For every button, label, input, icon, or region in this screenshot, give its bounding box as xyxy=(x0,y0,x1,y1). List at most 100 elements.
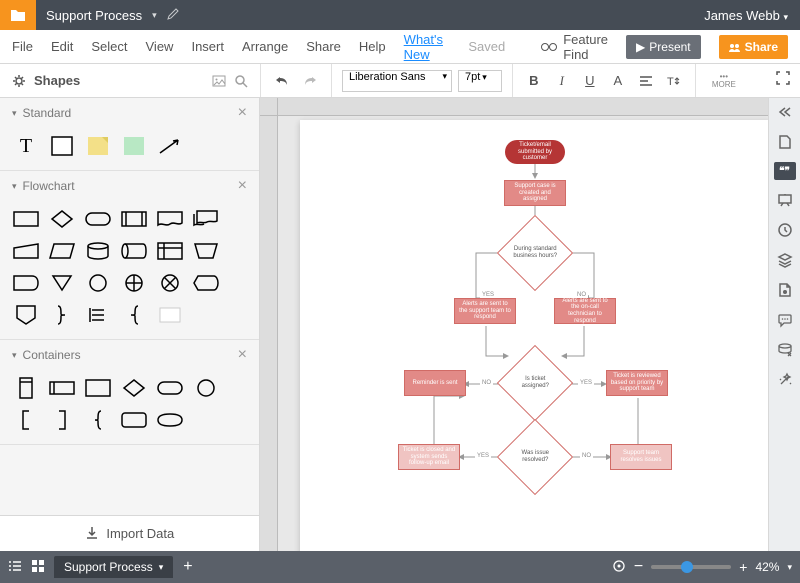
fullscreen-button[interactable] xyxy=(776,71,790,90)
undo-button[interactable] xyxy=(271,70,293,92)
section-containers-header[interactable]: ▾ Containers × xyxy=(0,340,259,370)
magic-icon[interactable] xyxy=(775,370,795,390)
redo-button[interactable] xyxy=(299,70,321,92)
container-circle[interactable] xyxy=(190,374,222,402)
shape-text[interactable]: T xyxy=(10,132,42,160)
shape-rect[interactable] xyxy=(46,132,78,160)
section-flowchart-header[interactable]: ▾ Flowchart × xyxy=(0,171,259,201)
container-hlane[interactable] xyxy=(46,374,78,402)
container-vlane[interactable] xyxy=(10,374,42,402)
shape-connector[interactable] xyxy=(82,269,114,297)
close-icon[interactable]: × xyxy=(238,177,247,195)
menu-whats-new[interactable]: What's New xyxy=(404,32,451,62)
history-icon[interactable] xyxy=(775,220,795,240)
menu-file[interactable]: File xyxy=(12,39,33,54)
node-closed[interactable]: Ticket is closed and system sends follow… xyxy=(398,444,460,470)
container-pill[interactable] xyxy=(154,374,186,402)
collapse-panel-icon[interactable] xyxy=(775,102,795,122)
text-size-button[interactable]: T xyxy=(663,70,685,92)
layers-icon[interactable] xyxy=(775,250,795,270)
container-rounded[interactable] xyxy=(118,406,150,434)
node-alert-team[interactable]: Alerts are sent to the support team to r… xyxy=(454,298,516,324)
shape-note-green[interactable] xyxy=(118,132,150,160)
node-create-case[interactable]: Support case is created and assigned xyxy=(504,180,566,206)
shape-database[interactable] xyxy=(82,237,114,265)
shape-merge[interactable] xyxy=(46,269,78,297)
shape-offpage[interactable] xyxy=(10,301,42,329)
container-rect[interactable] xyxy=(82,374,114,402)
section-standard-header[interactable]: ▾ Standard × xyxy=(0,98,259,128)
shape-document[interactable] xyxy=(154,205,186,233)
shape-note-lines[interactable] xyxy=(82,301,114,329)
chat-icon[interactable] xyxy=(775,310,795,330)
page[interactable]: Ticket/email submitted by customer Suppo… xyxy=(300,120,768,551)
shape-manual-op[interactable] xyxy=(190,237,222,265)
image-icon[interactable] xyxy=(212,74,226,88)
user-menu[interactable]: James Webb ▾ xyxy=(692,8,800,23)
shape-process[interactable] xyxy=(10,205,42,233)
node-reviewed[interactable]: Ticket is reviewed based on priority by … xyxy=(606,370,668,396)
font-select[interactable]: Liberation Sans▾ xyxy=(342,70,452,92)
shape-terminator[interactable] xyxy=(82,205,114,233)
underline-button[interactable]: U xyxy=(579,70,601,92)
shape-direct-data[interactable] xyxy=(118,237,150,265)
shape-multidoc[interactable] xyxy=(190,205,222,233)
text-color-button[interactable]: A xyxy=(607,70,629,92)
container-bracket-l[interactable] xyxy=(10,406,42,434)
more-tools-button[interactable]: •••MORE xyxy=(706,73,742,89)
node-reminder[interactable]: Reminder is sent xyxy=(404,370,466,396)
menu-insert[interactable]: Insert xyxy=(191,39,224,54)
align-button[interactable] xyxy=(635,70,657,92)
folder-icon[interactable] xyxy=(0,0,36,30)
shape-internal[interactable] xyxy=(154,237,186,265)
master-icon[interactable] xyxy=(775,280,795,300)
menu-edit[interactable]: Edit xyxy=(51,39,73,54)
shape-arrow[interactable] xyxy=(154,132,186,160)
node-alert-oncall[interactable]: Alerts are sent to the on-call technicia… xyxy=(554,298,616,324)
shape-brace-r[interactable] xyxy=(46,301,78,329)
rename-icon[interactable] xyxy=(167,8,179,23)
italic-button[interactable]: I xyxy=(551,70,573,92)
menu-arrange[interactable]: Arrange xyxy=(242,39,288,54)
zoom-in-button[interactable]: + xyxy=(739,559,747,575)
node-start[interactable]: Ticket/email submitted by customer xyxy=(505,140,565,164)
close-icon[interactable]: × xyxy=(238,104,247,122)
document-title[interactable]: Support Process xyxy=(36,8,152,23)
container-diamond[interactable] xyxy=(118,374,150,402)
shape-brace-l[interactable] xyxy=(118,301,150,329)
chevron-down-icon[interactable]: ▾ xyxy=(152,10,157,21)
presentation-icon[interactable] xyxy=(775,190,795,210)
page-tab[interactable]: Support Process ▾ xyxy=(54,556,173,578)
menu-share[interactable]: Share xyxy=(306,39,341,54)
grid-icon[interactable] xyxy=(32,560,44,575)
menu-select[interactable]: Select xyxy=(91,39,127,54)
font-size-select[interactable]: 7pt▾ xyxy=(458,70,502,92)
close-icon[interactable]: × xyxy=(238,346,247,364)
shape-sum[interactable] xyxy=(154,269,186,297)
bold-button[interactable]: B xyxy=(523,70,545,92)
shape-decision[interactable] xyxy=(46,205,78,233)
feature-find[interactable]: Feature Find xyxy=(541,32,608,62)
shape-delay[interactable] xyxy=(10,269,42,297)
comment-icon[interactable]: ❝❞ xyxy=(774,162,796,180)
page-icon[interactable] xyxy=(775,132,795,152)
zoom-out-button[interactable]: − xyxy=(634,558,643,576)
shape-predef[interactable] xyxy=(118,205,150,233)
shape-data[interactable] xyxy=(46,237,78,265)
node-support-resolve[interactable]: Support team resolves issues xyxy=(610,444,672,470)
shape-note-yellow[interactable] xyxy=(82,132,114,160)
shape-display[interactable] xyxy=(190,269,222,297)
canvas[interactable]: Ticket/email submitted by customer Suppo… xyxy=(260,98,768,551)
add-page-button[interactable]: + xyxy=(183,558,192,576)
data-icon[interactable] xyxy=(775,340,795,360)
shape-manual-input[interactable] xyxy=(10,237,42,265)
zoom-fit-button[interactable] xyxy=(612,559,626,576)
search-icon[interactable] xyxy=(234,74,248,88)
shape-card[interactable] xyxy=(154,301,186,329)
container-slanted[interactable] xyxy=(154,406,186,434)
container-bracket-r[interactable] xyxy=(46,406,78,434)
zoom-level[interactable]: 42% xyxy=(755,560,779,574)
import-data-button[interactable]: Import Data xyxy=(0,515,259,551)
menu-view[interactable]: View xyxy=(146,39,174,54)
zoom-slider[interactable] xyxy=(651,565,731,569)
